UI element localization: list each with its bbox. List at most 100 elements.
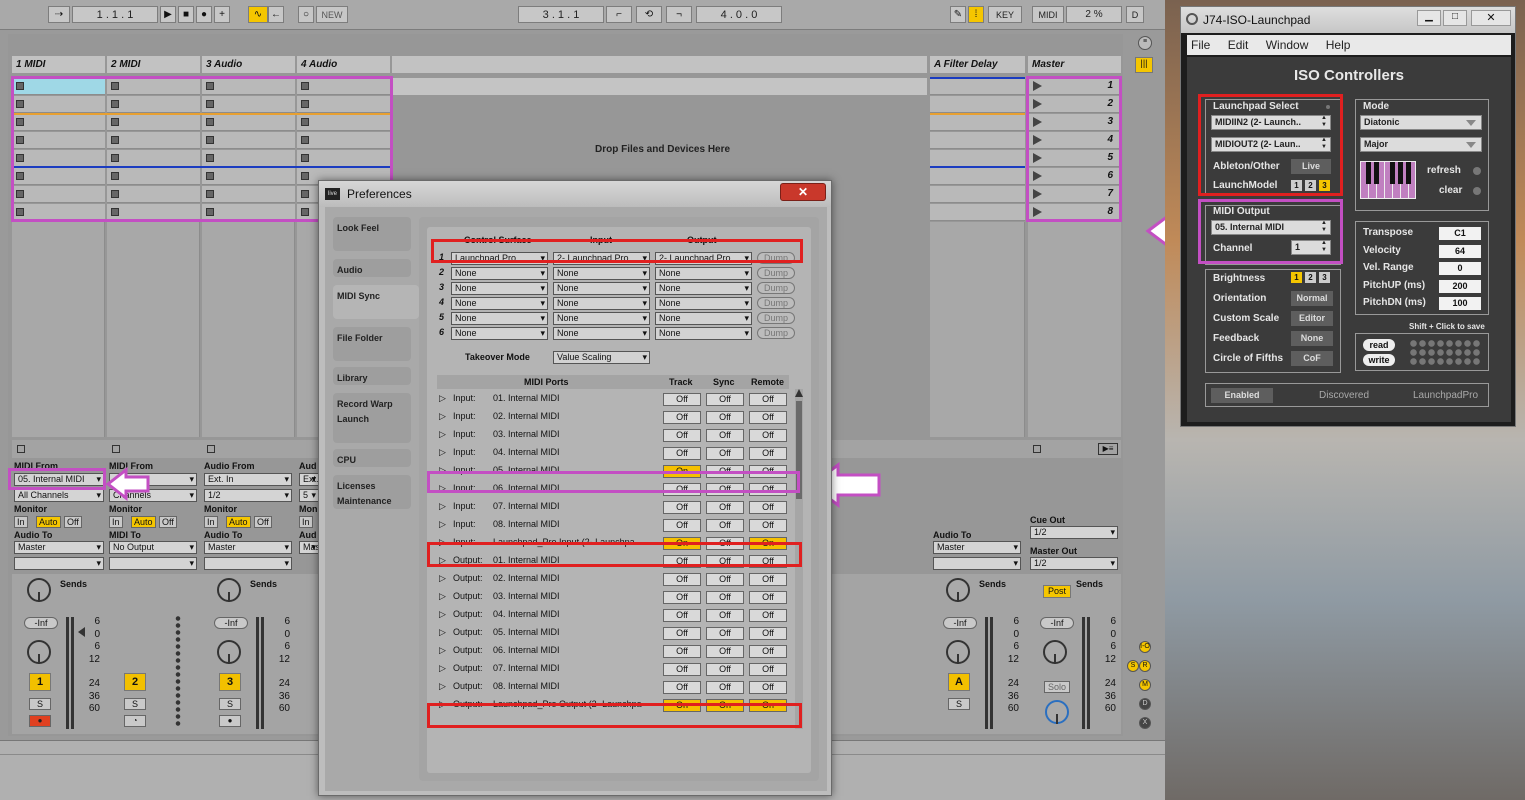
refresh-button[interactable]: [1473, 167, 1481, 175]
clip-stop-icon[interactable]: [301, 136, 309, 144]
clip-stop-icon[interactable]: [111, 118, 119, 126]
dump-button[interactable]: Dump: [757, 267, 795, 279]
clip-stop-icon[interactable]: [111, 100, 119, 108]
port-remote-toggle[interactable]: Off: [749, 465, 787, 478]
track-1-volume[interactable]: -Inf: [24, 617, 58, 629]
computer-keyboard-icon[interactable]: ⁞: [968, 6, 984, 23]
surface-output-select[interactable]: None: [655, 267, 752, 280]
track-1-solo[interactable]: S: [29, 698, 51, 710]
return-volume[interactable]: -Inf: [943, 617, 977, 629]
scale-select[interactable]: Major: [1360, 137, 1482, 152]
tab-licenses-maintenance[interactable]: Licenses Maintenance: [333, 475, 411, 509]
port-track-toggle[interactable]: Off: [663, 501, 701, 514]
tab-library[interactable]: Library: [333, 367, 411, 385]
track-1-audio-to[interactable]: Master: [14, 541, 104, 554]
clip-stop-icon[interactable]: [111, 154, 119, 162]
expand-triangle-icon[interactable]: ▷: [439, 663, 446, 674]
clip-stop-icon[interactable]: [16, 82, 24, 90]
clip-stop-icon[interactable]: [16, 172, 24, 180]
automation-arm-icon[interactable]: ∿: [248, 6, 268, 23]
brightness-3-button[interactable]: 3: [1319, 272, 1330, 283]
port-remote-toggle[interactable]: Off: [749, 573, 787, 586]
clip-stop-icon[interactable]: [206, 82, 214, 90]
close-icon[interactable]: ✕: [780, 183, 826, 201]
port-track-toggle[interactable]: Off: [663, 519, 701, 532]
scene-launch-slot[interactable]: 1: [1028, 78, 1121, 95]
port-track-toggle[interactable]: Off: [663, 573, 701, 586]
clip-stop-icon[interactable]: [301, 118, 309, 126]
scene-launch-slot[interactable]: 6: [1028, 168, 1121, 185]
loop-length[interactable]: 4 . 0 . 0: [696, 6, 782, 23]
maximize-icon[interactable]: □: [1443, 10, 1467, 26]
surface-output-select[interactable]: 2- Launchpad Pro: [655, 252, 752, 265]
clear-button[interactable]: [1473, 187, 1481, 195]
enabled-button[interactable]: Enabled: [1211, 388, 1273, 403]
return-solo[interactable]: S: [948, 698, 970, 710]
port-sync-toggle[interactable]: On: [706, 699, 744, 712]
track-3-pan-knob[interactable]: [217, 640, 241, 664]
clip-stop-icon[interactable]: [111, 172, 119, 180]
clip-stop-icon[interactable]: [111, 190, 119, 198]
track-4-audio-to[interactable]: Mas: [299, 541, 319, 554]
dump-button[interactable]: Dump: [757, 327, 795, 339]
volume-fader-icon[interactable]: [78, 627, 85, 637]
param-value-field[interactable]: 200: [1439, 279, 1481, 293]
port-sync-toggle[interactable]: Off: [706, 411, 744, 424]
track-2-arm-icon[interactable]: ◔: [124, 715, 146, 727]
port-track-toggle[interactable]: Off: [663, 483, 701, 496]
clip-slot[interactable]: [297, 114, 390, 131]
clip-slot[interactable]: [202, 132, 295, 149]
port-remote-toggle[interactable]: Off: [749, 555, 787, 568]
port-remote-toggle[interactable]: Off: [749, 393, 787, 406]
port-sync-toggle[interactable]: Off: [706, 555, 744, 568]
preferences-title-bar[interactable]: live Preferences ✕: [319, 181, 831, 207]
port-remote-toggle[interactable]: Off: [749, 519, 787, 532]
clip-slot[interactable]: [12, 204, 105, 221]
clip-stop-icon[interactable]: [301, 82, 309, 90]
track-2-monitor-off[interactable]: Off: [159, 516, 177, 528]
setting-button[interactable]: Normal: [1291, 291, 1333, 306]
surface-input-select[interactable]: 2- Launchpad Pro: [553, 252, 650, 265]
expand-triangle-icon[interactable]: ▷: [439, 519, 446, 530]
track-1-midi-from[interactable]: 05. Internal MIDI: [14, 473, 104, 486]
expand-triangle-icon[interactable]: ▷: [439, 411, 446, 422]
track-1-audio-to-sub[interactable]: [14, 557, 104, 570]
arrangement-position[interactable]: 1 . 1 . 1: [72, 6, 158, 23]
mixer-show-icon[interactable]: M: [1139, 679, 1151, 691]
clip-slot[interactable]: [107, 132, 200, 149]
scene-play-icon[interactable]: [1033, 153, 1042, 163]
expand-triangle-icon[interactable]: ▷: [439, 609, 446, 620]
expand-triangle-icon[interactable]: ▷: [439, 483, 446, 494]
brightness-1-button[interactable]: 1: [1291, 272, 1302, 283]
dump-button[interactable]: Dump: [757, 252, 795, 264]
track-1-monitor-off[interactable]: Off: [64, 516, 82, 528]
port-remote-toggle[interactable]: Off: [749, 501, 787, 514]
track-3-audio-to[interactable]: Master: [204, 541, 292, 554]
port-track-toggle[interactable]: Off: [663, 609, 701, 622]
port-track-toggle[interactable]: Off: [663, 663, 701, 676]
menu-window[interactable]: Window: [1266, 38, 1309, 52]
clip-stop-icon[interactable]: [206, 172, 214, 180]
port-sync-toggle[interactable]: Off: [706, 465, 744, 478]
read-button[interactable]: read: [1363, 339, 1395, 351]
stop-clips-icon[interactable]: [17, 445, 25, 453]
port-sync-toggle[interactable]: Off: [706, 447, 744, 460]
setting-button[interactable]: None: [1291, 331, 1333, 346]
track-2-monitor-in[interactable]: In: [109, 516, 123, 528]
track-3-activator[interactable]: 3: [219, 673, 241, 691]
clip-stop-icon[interactable]: [301, 154, 309, 162]
tab-midi-sync[interactable]: MIDI Sync: [333, 285, 419, 319]
clip-slot[interactable]: [107, 78, 200, 95]
clip-slot[interactable]: [202, 96, 295, 113]
port-track-toggle[interactable]: Off: [663, 429, 701, 442]
clip-slot[interactable]: [12, 150, 105, 167]
tab-audio[interactable]: Audio: [333, 259, 411, 277]
scene-launch-slot[interactable]: 4: [1028, 132, 1121, 149]
clip-slot[interactable]: [297, 150, 390, 167]
dump-button[interactable]: Dump: [757, 282, 795, 294]
track-1-activator[interactable]: 1: [29, 673, 51, 691]
clip-slot[interactable]: [12, 96, 105, 113]
clip-stop-icon[interactable]: [301, 208, 309, 216]
expand-triangle-icon[interactable]: ▷: [439, 555, 446, 566]
clip-stop-icon[interactable]: [111, 208, 119, 216]
